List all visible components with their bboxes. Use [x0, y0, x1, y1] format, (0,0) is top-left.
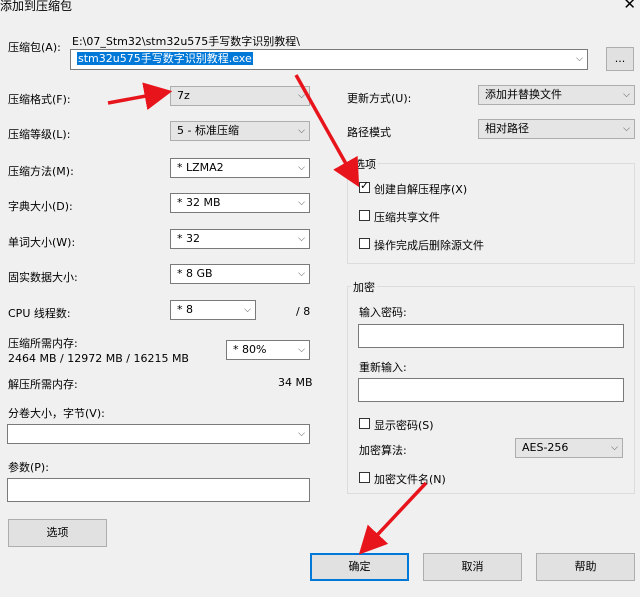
password-label: 输入密码:	[359, 306, 407, 319]
cpu-label: CPU 线程数:	[8, 307, 71, 320]
solid-select[interactable]: * 8 GB ⌵	[170, 264, 310, 284]
level-select[interactable]: 5 - 标准压缩 ⌵	[170, 121, 310, 141]
reenter-input[interactable]	[358, 378, 624, 402]
close-icon[interactable]: ✕	[623, 0, 636, 13]
mem-decompress-value: 34 MB	[278, 376, 313, 389]
params-label: 参数(P):	[8, 461, 49, 474]
split-label: 分卷大小，字节(V):	[8, 407, 105, 420]
format-value: 7z	[177, 89, 190, 102]
method-value: * LZMA2	[177, 161, 224, 174]
cancel-button[interactable]: 取消	[423, 553, 522, 581]
sfx-checkbox[interactable]: ✓	[359, 179, 370, 193]
chevron-down-icon: ⌵	[298, 126, 305, 136]
chevron-down-icon: ⌵	[623, 90, 630, 100]
encrypt-method-value: AES-256	[522, 441, 569, 454]
chevron-down-icon: ⌵	[244, 305, 251, 315]
archive-path: E:\07_Stm32\stm32u575手写数字识别教程\	[72, 35, 301, 48]
shared-label: 压缩共享文件	[374, 211, 440, 224]
cpu-value: * 8	[177, 303, 193, 316]
show-password-checkbox[interactable]	[359, 418, 370, 429]
method-select[interactable]: * LZMA2 ⌵	[170, 158, 310, 178]
word-value: * 32	[177, 232, 200, 245]
chevron-down-icon: ⌵	[298, 163, 305, 173]
archive-filename: stm32u575手写数字识别教程.exe	[77, 52, 253, 65]
encrypt-names-checkbox[interactable]	[359, 472, 370, 483]
solid-label: 固实数据大小:	[8, 271, 78, 284]
mem-percent-value: * 80%	[233, 343, 267, 356]
browse-button[interactable]: ...	[606, 47, 634, 71]
chevron-down-icon: ⌵	[298, 269, 305, 279]
chevron-down-icon: ⌵	[298, 198, 305, 208]
window-title: 添加到压缩包	[0, 0, 73, 13]
help-button[interactable]: 帮助	[536, 553, 635, 581]
format-select[interactable]: 7z ⌵	[170, 86, 310, 106]
params-input[interactable]	[7, 478, 310, 502]
split-select[interactable]: ⌵	[7, 424, 310, 444]
mem-percent-select[interactable]: * 80% ⌵	[226, 340, 310, 360]
chevron-down-icon: ⌵	[298, 429, 305, 439]
word-select[interactable]: * 32 ⌵	[170, 229, 310, 249]
mem-compress-detail: 2464 MB / 12972 MB / 16215 MB	[8, 352, 189, 365]
mem-decompress-label: 解压所需内存:	[8, 378, 78, 391]
level-label: 压缩等级(L):	[8, 128, 71, 141]
delete-label: 操作完成后删除源文件	[374, 239, 484, 252]
chevron-down-icon: ⌵	[298, 345, 305, 355]
pathmode-value: 相对路径	[485, 122, 529, 135]
encrypt-method-select[interactable]: AES-256 ⌵	[515, 438, 623, 458]
dict-label: 字典大小(D):	[8, 200, 73, 213]
update-value: 添加并替换文件	[485, 88, 562, 101]
chevron-down-icon: ⌵	[576, 54, 583, 64]
method-label: 压缩方法(M):	[8, 165, 74, 178]
shared-checkbox[interactable]	[359, 210, 370, 221]
mem-compress-label: 压缩所需内存:	[8, 337, 78, 350]
pathmode-label: 路径模式	[347, 126, 391, 139]
sfx-label: 创建自解压程序(X)	[374, 183, 468, 196]
word-label: 单词大小(W):	[8, 236, 76, 249]
chevron-down-icon: ⌵	[298, 91, 305, 101]
password-input[interactable]	[358, 324, 624, 348]
dict-select[interactable]: * 32 MB ⌵	[170, 193, 310, 213]
check-icon: ✓	[360, 179, 370, 192]
chevron-down-icon: ⌵	[611, 443, 618, 453]
solid-value: * 8 GB	[177, 267, 213, 280]
pathmode-select[interactable]: 相对路径 ⌵	[478, 119, 635, 139]
encrypt-names-label: 加密文件名(N)	[374, 473, 446, 486]
chevron-down-icon: ⌵	[623, 124, 630, 134]
update-label: 更新方式(U):	[347, 92, 412, 105]
cpu-select[interactable]: * 8 ⌵	[170, 300, 256, 320]
arrow-to-format	[107, 82, 173, 110]
ok-button[interactable]: 确定	[310, 553, 409, 581]
chevron-down-icon: ⌵	[298, 234, 305, 244]
dict-value: * 32 MB	[177, 196, 221, 209]
reenter-label: 重新输入:	[359, 361, 407, 374]
format-label: 压缩格式(F):	[8, 93, 71, 106]
archive-name-combo[interactable]: stm32u575手写数字识别教程.exe ⌵	[70, 49, 588, 70]
options-group-title: 选项	[352, 156, 378, 172]
level-value: 5 - 标准压缩	[177, 124, 239, 137]
encrypt-group-title: 加密	[351, 279, 377, 295]
show-password-label: 显示密码(S)	[374, 419, 434, 432]
options-button[interactable]: 选项	[8, 519, 107, 547]
cpu-max: / 8	[296, 305, 311, 318]
update-select[interactable]: 添加并替换文件 ⌵	[478, 85, 635, 105]
delete-checkbox[interactable]	[359, 238, 370, 249]
archive-label: 压缩包(A):	[8, 41, 61, 54]
encrypt-method-label: 加密算法:	[359, 444, 407, 457]
